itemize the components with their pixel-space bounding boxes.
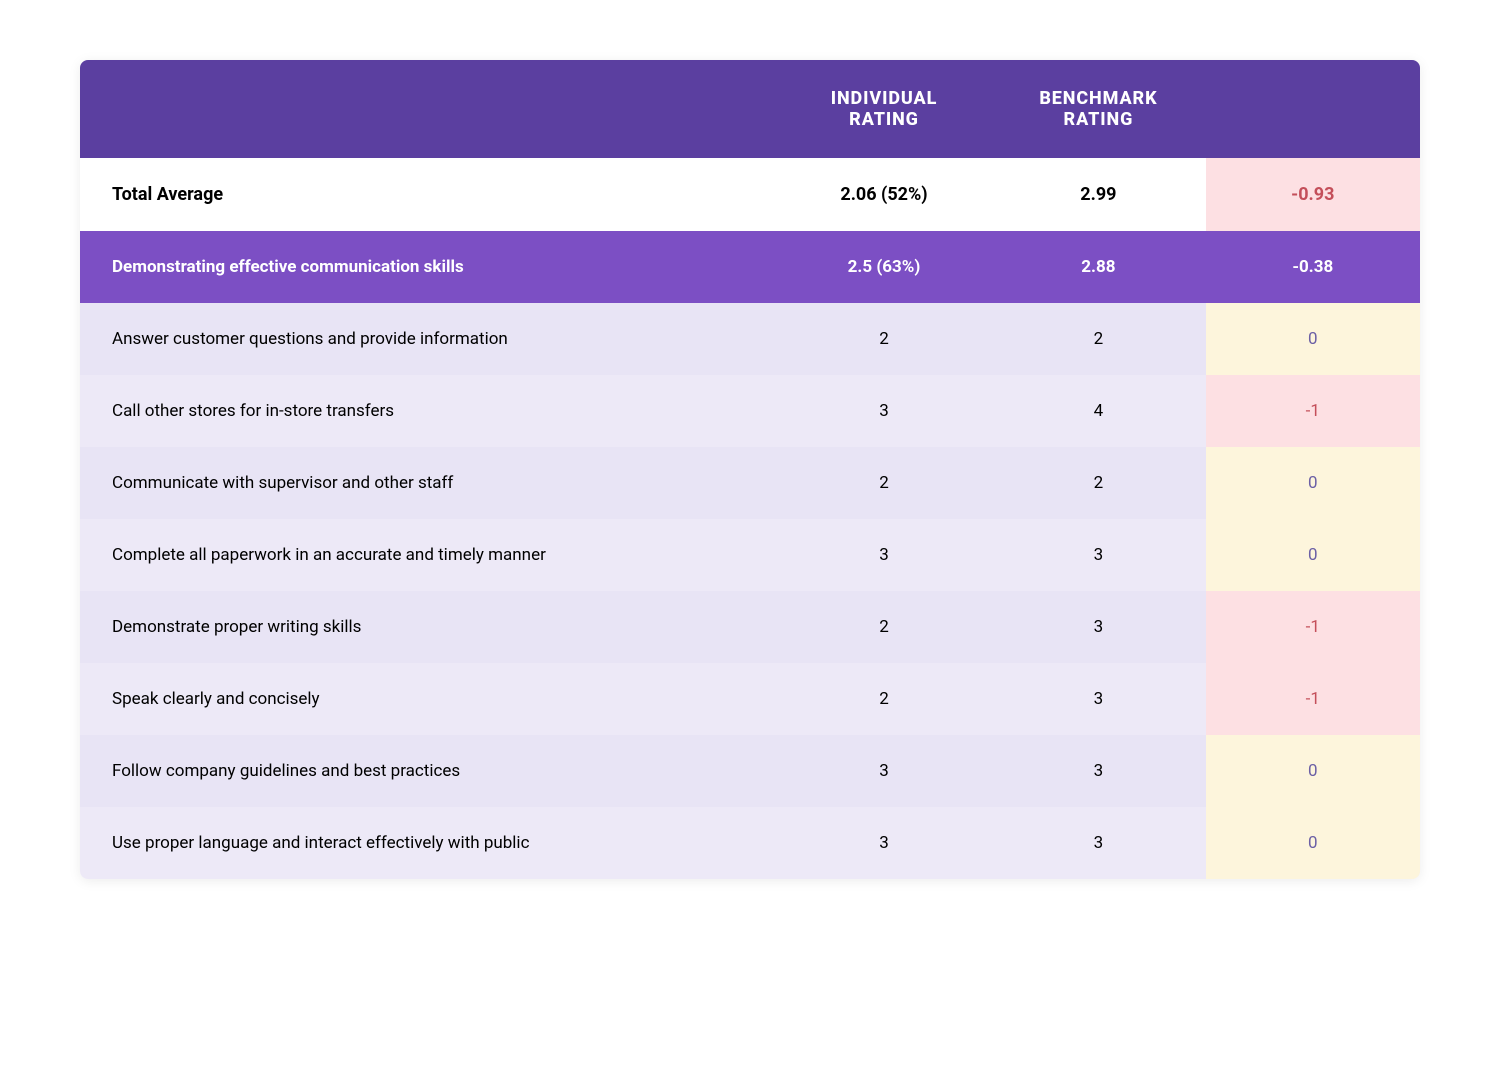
row-task: Demonstrate proper writing skills	[80, 591, 777, 663]
skills-table-container: INDIVIDUALRATING BENCHMARKRATING Total A…	[80, 60, 1420, 879]
row-skill-gap: 0	[1206, 735, 1420, 807]
row-task: Speak clearly and concisely	[80, 663, 777, 735]
table-row: Speak clearly and concisely 2 3 -1	[80, 663, 1420, 735]
table-row: Use proper language and interact effecti…	[80, 807, 1420, 879]
category-individual: 2.5 (63%)	[777, 231, 991, 303]
row-benchmark: 3	[991, 663, 1205, 735]
header-task	[80, 60, 777, 158]
row-skill-gap: 0	[1206, 807, 1420, 879]
row-task: Follow company guidelines and best pract…	[80, 735, 777, 807]
table-row: Complete all paperwork in an accurate an…	[80, 519, 1420, 591]
table-header-row: INDIVIDUALRATING BENCHMARKRATING	[80, 60, 1420, 158]
total-average-individual: 2.06 (52%)	[777, 158, 991, 231]
category-label: Demonstrating effective communication sk…	[80, 231, 777, 303]
row-task: Complete all paperwork in an accurate an…	[80, 519, 777, 591]
row-individual: 2	[777, 447, 991, 519]
table-row: Answer customer questions and provide in…	[80, 303, 1420, 375]
total-average-benchmark: 2.99	[991, 158, 1205, 231]
row-individual: 3	[777, 375, 991, 447]
row-individual: 2	[777, 303, 991, 375]
row-benchmark: 2	[991, 303, 1205, 375]
row-individual: 3	[777, 735, 991, 807]
header-skill-gap	[1206, 60, 1420, 158]
table-row: Follow company guidelines and best pract…	[80, 735, 1420, 807]
row-task: Use proper language and interact effecti…	[80, 807, 777, 879]
row-task: Call other stores for in-store transfers	[80, 375, 777, 447]
row-benchmark: 2	[991, 447, 1205, 519]
row-benchmark: 3	[991, 807, 1205, 879]
row-benchmark: 3	[991, 591, 1205, 663]
row-total-average: Total Average 2.06 (52%) 2.99 -0.93	[80, 158, 1420, 231]
category-benchmark: 2.88	[991, 231, 1205, 303]
row-individual: 2	[777, 663, 991, 735]
table-row: Demonstrate proper writing skills 2 3 -1	[80, 591, 1420, 663]
row-benchmark: 3	[991, 519, 1205, 591]
total-average-label: Total Average	[80, 158, 777, 231]
row-skill-gap: -1	[1206, 591, 1420, 663]
row-skill-gap: 0	[1206, 447, 1420, 519]
row-skill-gap: 0	[1206, 519, 1420, 591]
row-benchmark: 4	[991, 375, 1205, 447]
row-benchmark: 3	[991, 735, 1205, 807]
row-individual: 2	[777, 591, 991, 663]
category-skill-gap: -0.38	[1206, 231, 1420, 303]
row-skill-gap: -1	[1206, 663, 1420, 735]
table-row: Communicate with supervisor and other st…	[80, 447, 1420, 519]
header-benchmark-rating: BENCHMARKRATING	[991, 60, 1205, 158]
table-row: Call other stores for in-store transfers…	[80, 375, 1420, 447]
header-individual-rating: INDIVIDUALRATING	[777, 60, 991, 158]
row-individual: 3	[777, 519, 991, 591]
row-category: Demonstrating effective communication sk…	[80, 231, 1420, 303]
row-skill-gap: -1	[1206, 375, 1420, 447]
row-task: Answer customer questions and provide in…	[80, 303, 777, 375]
row-individual: 3	[777, 807, 991, 879]
row-skill-gap: 0	[1206, 303, 1420, 375]
skills-table: INDIVIDUALRATING BENCHMARKRATING Total A…	[80, 60, 1420, 879]
row-task: Communicate with supervisor and other st…	[80, 447, 777, 519]
total-average-skill-gap: -0.93	[1206, 158, 1420, 231]
